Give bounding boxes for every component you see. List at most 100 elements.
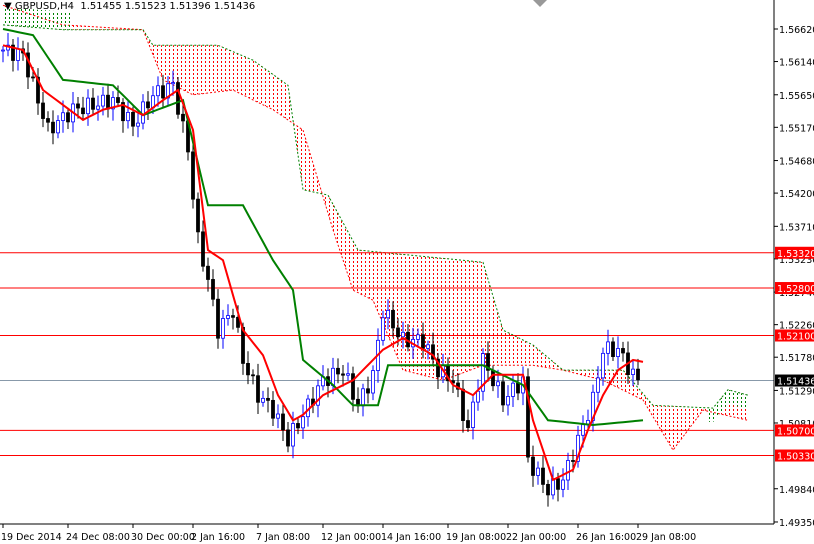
candle-body — [561, 479, 565, 490]
level-price-label: 1.50700 — [777, 426, 814, 437]
candle-body — [191, 151, 195, 200]
candle-body — [611, 341, 615, 357]
candle-body — [631, 368, 635, 375]
candle-body — [506, 396, 510, 406]
level-price-label: 1.52800 — [777, 284, 814, 295]
y-tick-label: 1.51780 — [779, 353, 814, 364]
candle-body — [116, 97, 120, 103]
candle-body — [251, 374, 255, 377]
current-price-label: 1.51436 — [777, 377, 814, 388]
candle-body — [41, 102, 45, 119]
candle-body — [16, 48, 20, 61]
x-tick-label: 19 Jan 08:00 — [446, 532, 506, 543]
candle-body — [621, 348, 625, 354]
candle-body — [136, 122, 140, 127]
candle-body — [46, 118, 50, 123]
menu-arrow-icon[interactable]: ▼ — [4, 1, 12, 12]
level-price-label: 1.50330 — [777, 452, 814, 463]
candle-body — [596, 377, 600, 393]
candle-body — [206, 265, 210, 280]
y-tick-label: 1.49840 — [779, 485, 814, 496]
y-tick-label: 1.56140 — [779, 58, 814, 69]
candle-body — [91, 97, 95, 110]
candle-body — [416, 334, 420, 340]
candle-body — [421, 334, 425, 349]
candle-body — [601, 352, 605, 379]
candle-body — [261, 397, 265, 403]
candle-body — [76, 103, 80, 109]
candle-body — [66, 112, 70, 123]
candle-body — [556, 478, 560, 490]
candle-body — [101, 94, 105, 107]
candle-body — [496, 381, 500, 387]
candle-body — [516, 382, 520, 394]
candle-body — [216, 298, 220, 339]
candle-body — [536, 467, 540, 476]
candle-body — [396, 327, 400, 338]
candle-body — [96, 105, 100, 110]
candle-body — [171, 82, 175, 85]
candle-body — [61, 112, 65, 121]
candle-body — [566, 460, 570, 481]
candle-body — [81, 107, 85, 115]
candle-body — [461, 388, 465, 421]
senkou-span-a — [2, 4, 749, 451]
price-chart[interactable]: 1.56620 1.56140 1.55650 1.55170 1.54680 1.542… — [0, 0, 814, 544]
cloud-fill — [3, 5, 748, 451]
candle-body — [176, 82, 180, 115]
candle-body — [541, 467, 545, 485]
candle-body — [466, 420, 470, 428]
candle-body — [386, 309, 390, 319]
candles — [1, 33, 640, 507]
candle-body — [426, 344, 430, 349]
chart-shift-marker[interactable] — [533, 0, 547, 7]
x-tick-label: 14 Jan 16:00 — [381, 532, 441, 543]
candle-body — [471, 401, 475, 428]
ohlc-values: 1.51455 1.51523 1.51396 1.51436 — [80, 1, 256, 12]
candle-body — [1, 49, 5, 52]
time-axis: 19 Dec 2014 24 Dec 08:00 30 Dec 00:002 Jan… — [1, 524, 696, 543]
candle-body — [491, 369, 495, 387]
candle-body — [106, 94, 110, 110]
candle-body — [231, 315, 235, 318]
y-tick-label: 1.54200 — [779, 189, 814, 200]
candle-body — [276, 413, 280, 419]
candle-body — [86, 97, 90, 115]
x-tick-label: 22 Jan 00:00 — [506, 532, 566, 543]
candle-body — [181, 113, 185, 122]
candle-body — [281, 413, 285, 431]
candle-body — [126, 111, 130, 122]
y-tick-label: 1.53710 — [779, 222, 814, 233]
candle-body — [196, 198, 200, 233]
x-tick-label: 7 Jan 08:00 — [256, 532, 310, 543]
x-tick-label: 12 Jan 00:00 — [321, 532, 381, 543]
symbol-label: GBPUSD,H4 — [14, 1, 74, 12]
y-tick-label: 1.51290 — [779, 386, 814, 397]
ichimoku-cloud — [2, 4, 749, 451]
candle-body — [571, 460, 575, 462]
candle-body — [301, 416, 305, 429]
candle-body — [381, 317, 385, 341]
candle-body — [131, 111, 135, 127]
y-tick-label: 1.49350 — [779, 518, 814, 529]
candle-body — [531, 456, 535, 476]
candle-body — [391, 309, 395, 329]
candle-body — [56, 120, 60, 134]
x-tick-label: 30 Dec 00:00 — [131, 532, 195, 543]
candle-body — [256, 375, 260, 403]
candle-body — [366, 388, 370, 394]
candle-body — [351, 373, 355, 400]
candle-body — [371, 370, 375, 394]
candle-body — [511, 382, 515, 397]
candle-body — [616, 348, 620, 357]
candle-body — [266, 397, 270, 401]
candle-body — [271, 399, 275, 419]
y-tick-label: 1.55650 — [779, 91, 814, 102]
candle-body — [501, 381, 505, 406]
candle-body — [211, 279, 215, 300]
candle-body — [476, 390, 480, 403]
indicator-lines — [2, 28, 644, 482]
candle-body — [546, 483, 550, 496]
level-price-label: 1.53320 — [777, 249, 814, 260]
y-tick-label: 1.54680 — [779, 157, 814, 168]
